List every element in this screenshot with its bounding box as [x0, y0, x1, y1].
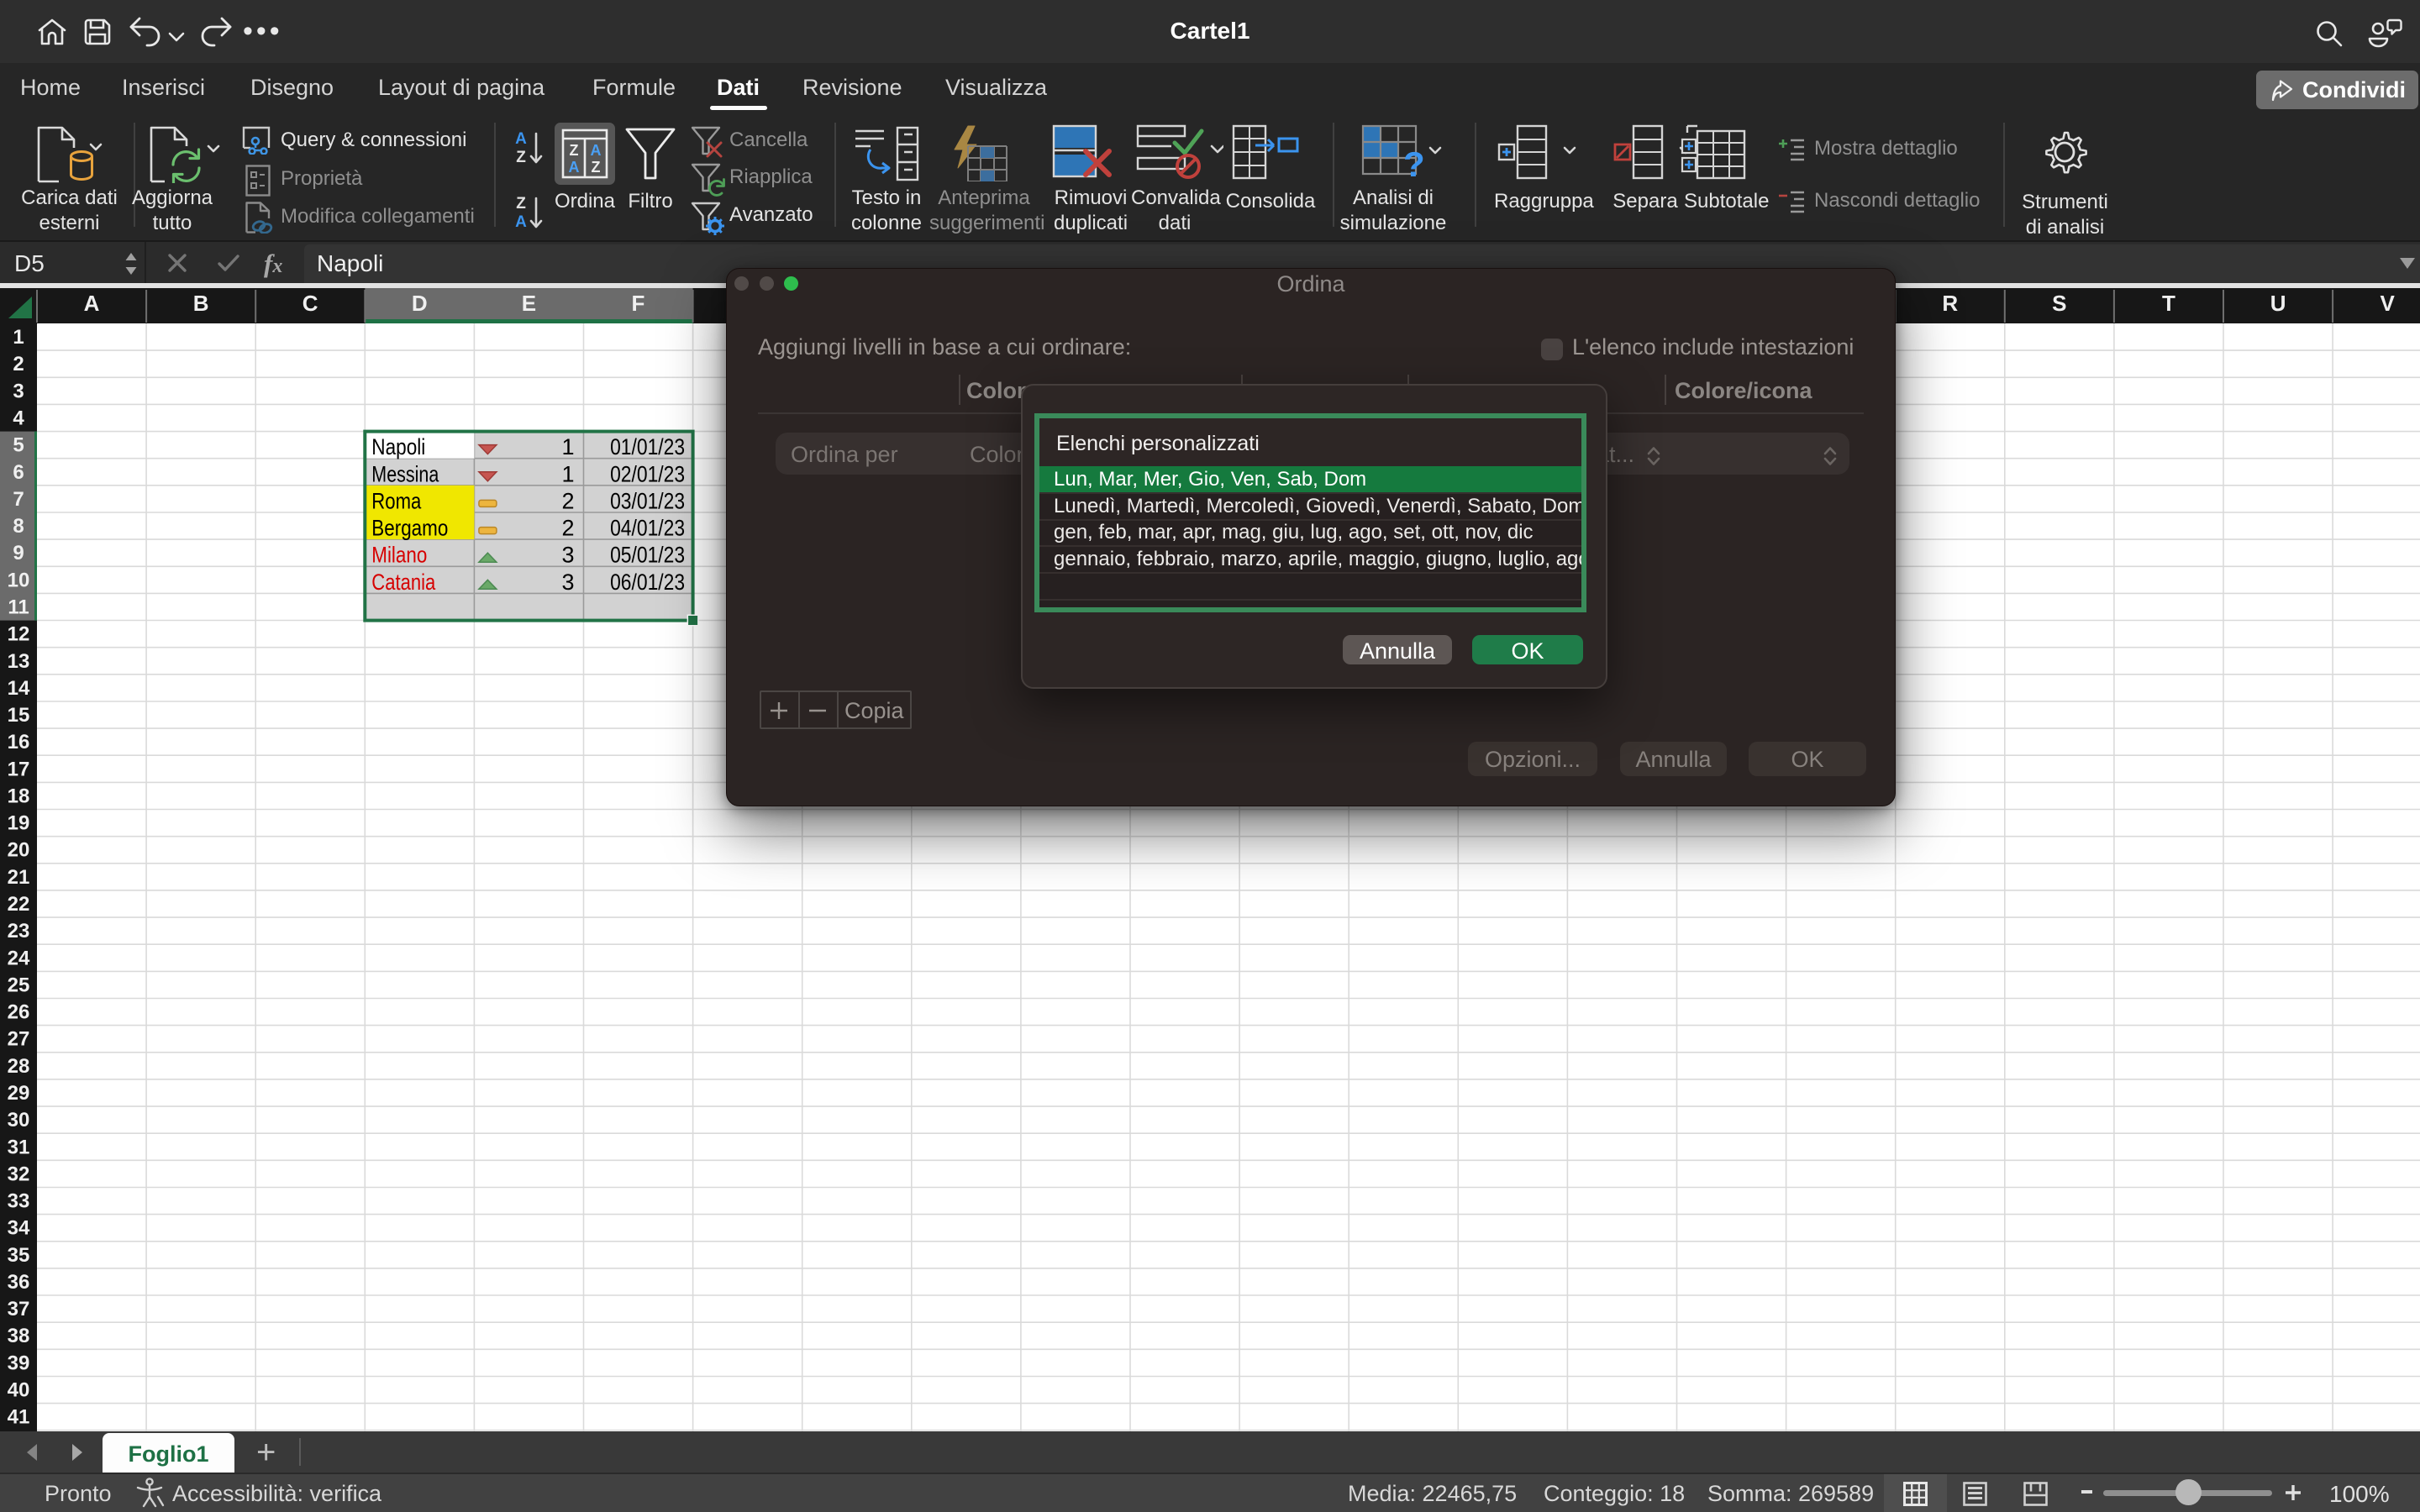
svg-text:20: 20 [8, 839, 30, 862]
svg-text:24: 24 [8, 947, 30, 969]
svg-text:T: T [2162, 291, 2175, 316]
svg-text:32: 32 [8, 1163, 30, 1185]
svg-text:18: 18 [8, 785, 30, 808]
svg-text:38: 38 [8, 1325, 30, 1347]
svg-text:5: 5 [13, 434, 24, 457]
svg-text:Z: Z [516, 195, 526, 213]
svg-text:C: C [302, 291, 318, 316]
svg-text:2: 2 [561, 516, 574, 541]
svg-text:27: 27 [8, 1028, 30, 1051]
svg-text:8: 8 [13, 515, 24, 538]
svg-text:01/01/23: 01/01/23 [610, 434, 685, 459]
svg-text:S: S [2052, 291, 2066, 316]
svg-text:4: 4 [13, 407, 24, 430]
svg-text:28: 28 [8, 1055, 30, 1078]
svg-text:35: 35 [8, 1244, 30, 1267]
svg-text:16: 16 [8, 731, 30, 753]
svg-text:11: 11 [8, 596, 29, 619]
svg-text:?: ? [1403, 144, 1425, 181]
svg-text:02/01/23: 02/01/23 [610, 461, 685, 486]
svg-text:A: A [591, 142, 602, 159]
svg-text:Milano: Milano [371, 543, 427, 568]
svg-text:2: 2 [13, 353, 24, 375]
svg-text:14: 14 [8, 677, 30, 700]
svg-text:03/01/23: 03/01/23 [610, 488, 685, 513]
svg-text:21: 21 [8, 866, 30, 889]
svg-text:25: 25 [8, 974, 30, 996]
svg-text:15: 15 [8, 704, 30, 727]
svg-text:Z: Z [570, 142, 579, 159]
svg-text:A: A [569, 159, 580, 176]
svg-text:Catania: Catania [371, 570, 436, 595]
svg-text:1: 1 [13, 326, 24, 349]
svg-text:17: 17 [8, 758, 30, 780]
svg-text:3: 3 [561, 570, 574, 595]
svg-text:10: 10 [8, 569, 30, 591]
svg-text:7: 7 [13, 488, 24, 511]
svg-text:39: 39 [8, 1352, 30, 1374]
svg-text:26: 26 [8, 1001, 30, 1024]
svg-text:2: 2 [561, 488, 574, 513]
svg-text:9: 9 [13, 542, 24, 564]
svg-text:V: V [2381, 291, 2396, 316]
svg-text:F: F [632, 291, 645, 316]
svg-text:31: 31 [8, 1136, 30, 1158]
svg-text:1: 1 [561, 461, 574, 486]
svg-text:6: 6 [13, 461, 24, 484]
svg-text:Z: Z [592, 159, 601, 176]
svg-text:A: A [84, 291, 100, 316]
svg-text:06/01/23: 06/01/23 [610, 570, 685, 595]
svg-text:19: 19 [8, 812, 30, 835]
svg-text:12: 12 [8, 623, 30, 646]
svg-text:Roma: Roma [371, 488, 422, 513]
svg-text:41: 41 [8, 1406, 30, 1429]
svg-text:30: 30 [8, 1109, 30, 1131]
svg-text:22: 22 [8, 893, 30, 916]
svg-text:13: 13 [8, 650, 30, 673]
svg-text:37: 37 [8, 1298, 30, 1320]
svg-text:Messina: Messina [371, 461, 439, 486]
svg-text:A: A [515, 130, 527, 148]
svg-text:29: 29 [8, 1082, 30, 1105]
svg-text:33: 33 [8, 1190, 30, 1213]
svg-text:34: 34 [8, 1217, 30, 1240]
svg-text:E: E [522, 291, 536, 316]
svg-text:Bergamo: Bergamo [371, 516, 448, 541]
svg-text:36: 36 [8, 1271, 30, 1294]
svg-text:B: B [193, 291, 209, 316]
svg-text:05/01/23: 05/01/23 [610, 543, 685, 568]
svg-text:A: A [515, 213, 527, 231]
svg-text:R: R [1942, 291, 1958, 316]
svg-text:3: 3 [561, 543, 574, 568]
svg-text:40: 40 [8, 1379, 30, 1402]
svg-text:Z: Z [516, 149, 526, 166]
svg-text:23: 23 [8, 920, 30, 942]
svg-text:3: 3 [13, 380, 24, 402]
svg-text:1: 1 [561, 434, 574, 459]
svg-text:D: D [412, 291, 428, 316]
svg-text:04/01/23: 04/01/23 [610, 516, 685, 541]
svg-text:U: U [2270, 291, 2286, 316]
svg-text:Napoli: Napoli [371, 434, 425, 459]
